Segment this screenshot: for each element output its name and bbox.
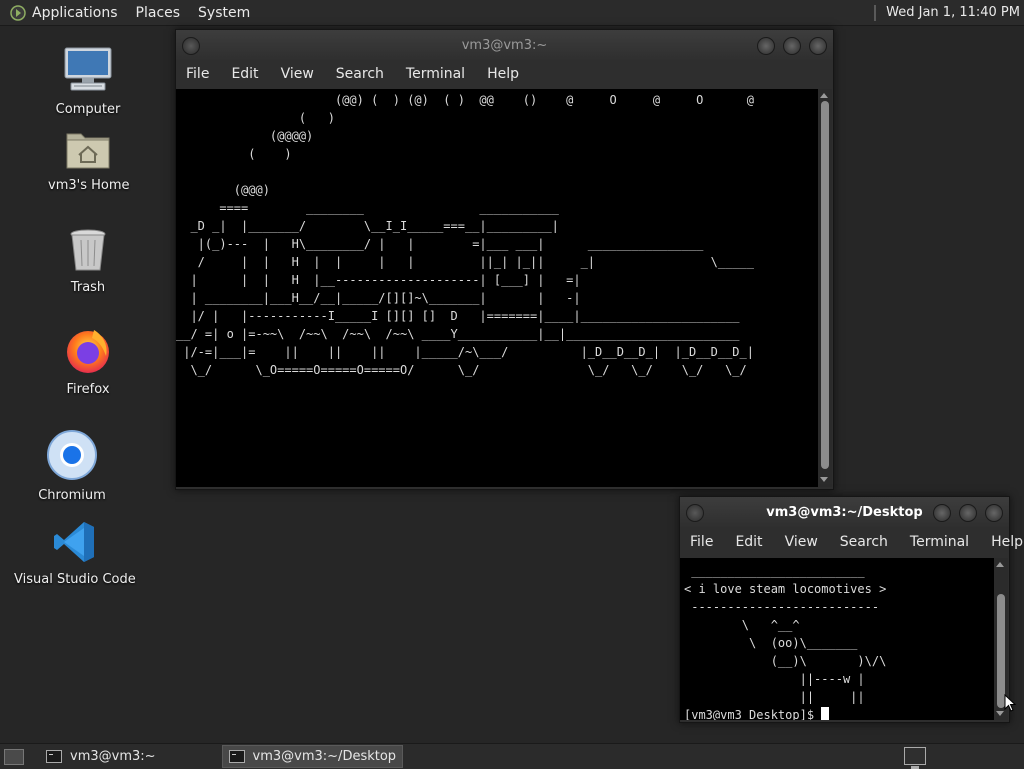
menu-edit[interactable]: Edit <box>735 534 762 550</box>
close-button[interactable] <box>809 37 827 55</box>
home-folder-icon <box>48 128 128 174</box>
window-title: vm3@vm3:~ <box>461 37 548 53</box>
trash-icon <box>48 228 128 276</box>
scroll-down-arrow-icon[interactable] <box>996 711 1004 716</box>
maximize-button[interactable] <box>959 504 977 522</box>
taskbar-item-label: vm3@vm3:~/Desktop <box>252 749 397 764</box>
minimize-button[interactable] <box>933 504 951 522</box>
firefox-icon <box>48 326 128 378</box>
menu-terminal[interactable]: Terminal <box>406 66 465 82</box>
desktop-icon-computer[interactable]: Computer <box>48 46 128 117</box>
menu-file[interactable]: File <box>186 66 209 82</box>
desktop-icon-trash[interactable]: Trash <box>48 228 128 295</box>
window-menu-button[interactable] <box>182 37 200 55</box>
scroll-up-arrow-icon[interactable] <box>820 93 828 98</box>
system-menu[interactable]: System <box>198 5 250 21</box>
desktop-icon-home[interactable]: vm3's Home <box>48 128 130 193</box>
terminal-prompt: [vm3@vm3 Desktop]$ <box>684 708 822 720</box>
menu-search[interactable]: Search <box>336 66 384 82</box>
minimize-button[interactable] <box>757 37 775 55</box>
terminal-output-area[interactable]: (@@) ( ) (@) ( ) @@ () @ O @ O @ ( ) (@@… <box>176 89 818 487</box>
menu-terminal[interactable]: Terminal <box>910 534 969 550</box>
scroll-down-arrow-icon[interactable] <box>820 477 828 482</box>
desktop-icon-firefox[interactable]: Firefox <box>48 326 128 397</box>
menu-view[interactable]: View <box>785 534 818 550</box>
window-title: vm3@vm3:~/Desktop <box>766 504 923 520</box>
close-button[interactable] <box>985 504 1003 522</box>
scroll-thumb[interactable] <box>997 594 1005 708</box>
menu-edit[interactable]: Edit <box>231 66 258 82</box>
taskbar-item-home[interactable]: vm3@vm3:~ <box>40 746 162 767</box>
menu-view[interactable]: View <box>281 66 314 82</box>
workspace-switcher-icon[interactable] <box>904 747 926 769</box>
menu-file[interactable]: File <box>690 534 713 550</box>
window-titlebar[interactable]: vm3@vm3:~ <box>176 30 833 60</box>
terminal-icon <box>46 750 62 763</box>
places-menu[interactable]: Places <box>136 5 181 21</box>
chromium-icon <box>32 430 112 484</box>
terminal-window-desktop[interactable]: vm3@vm3:~/Desktop File Edit View Search … <box>679 496 1023 723</box>
terminal-icon <box>228 750 245 763</box>
terminal-scrollbar[interactable] <box>818 89 832 487</box>
terminal-menubar: File Edit View Search Terminal Help <box>680 527 1023 557</box>
scroll-thumb[interactable] <box>821 101 829 469</box>
desktop-icon-label: Chromium <box>38 488 106 503</box>
maximize-button[interactable] <box>783 37 801 55</box>
desktop-icon-label: Trash <box>70 280 106 295</box>
show-desktop-icon[interactable] <box>4 748 24 765</box>
menu-help[interactable]: Help <box>991 534 1023 550</box>
applications-menu-icon[interactable] <box>10 4 26 21</box>
desktop-icon-chromium[interactable]: Chromium <box>32 430 112 503</box>
terminal-text: ________________________ < i love steam … <box>684 564 887 704</box>
desktop-icon-label: vm3's Home <box>48 178 130 193</box>
mouse-pointer-icon <box>1004 694 1016 712</box>
scroll-up-arrow-icon[interactable] <box>996 562 1004 567</box>
terminal-menubar: File Edit View Search Terminal Help <box>176 60 833 88</box>
terminal-window-home[interactable]: vm3@vm3:~ File Edit View Search Terminal… <box>175 29 834 490</box>
desktop-icon-label: Visual Studio Code <box>14 572 136 587</box>
applications-menu[interactable]: Applications <box>32 5 118 21</box>
window-menu-button[interactable] <box>686 504 704 522</box>
bottom-panel: vm3@vm3:~ vm3@vm3:~/Desktop <box>0 743 1024 769</box>
text-cursor <box>821 707 830 720</box>
desktop-icon-vscode[interactable]: Visual Studio Code <box>14 520 136 587</box>
computer-icon <box>48 46 128 98</box>
vscode-icon <box>14 520 134 568</box>
desktop-icon-label: Firefox <box>66 382 110 397</box>
panel-separator <box>874 4 877 21</box>
taskbar-item-desktop[interactable]: vm3@vm3:~/Desktop <box>221 745 404 768</box>
menu-help[interactable]: Help <box>487 66 519 82</box>
terminal-output-area[interactable]: ________________________ < i love steam … <box>680 558 994 720</box>
taskbar-item-label: vm3@vm3:~ <box>70 749 156 764</box>
clock[interactable]: Wed Jan 1, 11:40 PM <box>886 5 1020 20</box>
terminal-text: (@@) ( ) (@) ( ) @@ () @ O @ O @ ( ) (@@… <box>176 93 754 377</box>
window-titlebar[interactable]: vm3@vm3:~/Desktop <box>680 497 1009 527</box>
top-panel: Applications Places System Wed Jan 1, 11… <box>0 0 1024 26</box>
desktop-icon-label: Computer <box>55 102 121 117</box>
menu-search[interactable]: Search <box>840 534 888 550</box>
